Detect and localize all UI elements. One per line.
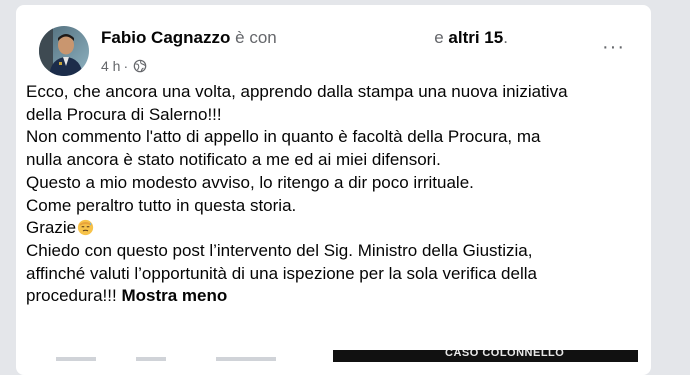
author-avatar[interactable] xyxy=(39,26,89,76)
others-link[interactable]: altri 15 xyxy=(448,28,503,47)
author-line: Fabio Cagnazzo è con e altri 15. xyxy=(101,28,508,48)
globe-icon[interactable] xyxy=(133,59,147,73)
attachment-left-image xyxy=(56,357,276,361)
and-text: e xyxy=(434,28,444,47)
with-text: è con xyxy=(235,28,277,47)
meta-separator: · xyxy=(123,58,129,74)
more-options-icon[interactable]: ··· xyxy=(602,37,625,57)
attachment-caption: CASO COLONNELLO xyxy=(445,350,565,359)
post-line: Chiedo con questo post l’intervento del … xyxy=(26,240,533,260)
post-meta: 4 h · xyxy=(101,58,147,74)
post-line: procedura!!! xyxy=(26,286,117,306)
hot-face-emoji-icon xyxy=(77,220,94,236)
post-line: Grazie xyxy=(26,218,77,238)
attachment-right[interactable]: CASO COLONNELLO xyxy=(333,350,638,362)
post-line: Questo a mio modesto avviso, lo ritengo … xyxy=(26,172,474,192)
post-line: Ecco, che ancora una volta, apprendo dal… xyxy=(26,82,568,101)
attachment-left[interactable] xyxy=(16,350,328,362)
post-line: nulla ancora è stato notificato a me ed … xyxy=(26,150,441,170)
period: . xyxy=(503,28,508,47)
show-less-link[interactable]: Mostra meno xyxy=(121,286,227,305)
post-line: della Procura di Salerno!!! xyxy=(26,104,222,124)
post-time[interactable]: 4 h xyxy=(101,58,120,74)
author-name[interactable]: Fabio Cagnazzo xyxy=(101,28,230,47)
post-line: affinché valuti l’opportunità di una isp… xyxy=(26,263,537,283)
post-line-last: procedura!!! Mostra meno xyxy=(26,285,641,308)
post-line-grazie: Grazie xyxy=(26,217,641,240)
post-card: Fabio Cagnazzo è con e altri 15. 4 h · ·… xyxy=(16,5,651,375)
post-text: Ecco, che ancora una volta, apprendo dal… xyxy=(26,81,641,308)
post-line: Come peraltro tutto in questa storia. xyxy=(26,195,297,215)
post-header: Fabio Cagnazzo è con e altri 15. 4 h · ·… xyxy=(28,16,639,76)
post-line: Non commento l'atto di appello in quanto… xyxy=(26,127,541,147)
